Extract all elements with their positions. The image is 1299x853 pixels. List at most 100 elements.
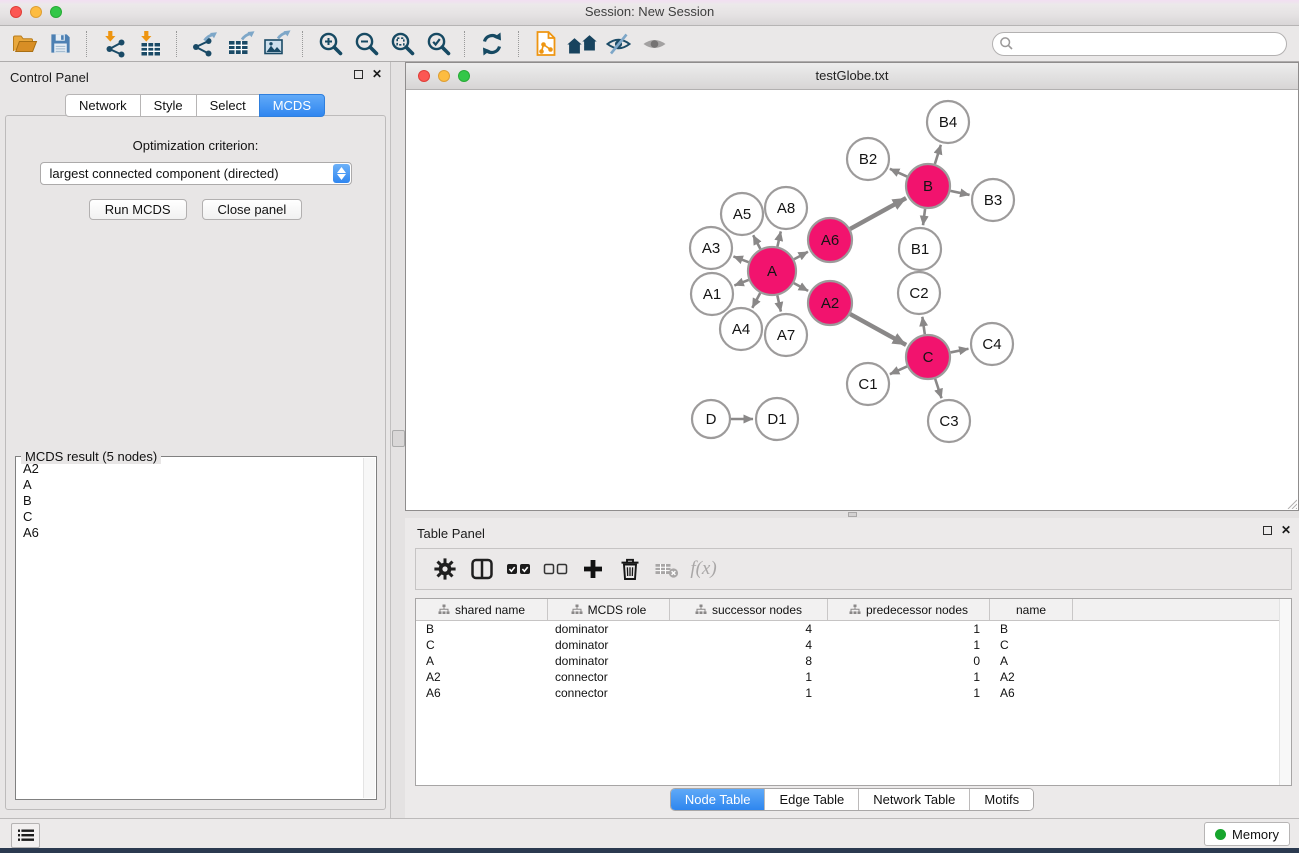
save-session-icon[interactable] — [42, 29, 78, 59]
graph-node-A3[interactable]: A3 — [690, 227, 732, 269]
graph-node-C2[interactable]: C2 — [898, 272, 940, 314]
network-window-titlebar[interactable]: testGlobe.txt — [406, 63, 1298, 90]
add-column-icon[interactable] — [574, 552, 611, 586]
graph-node-A2[interactable]: A2 — [808, 281, 852, 325]
hide-graphics-eye-slash-icon[interactable] — [600, 29, 636, 59]
graph-node-C1[interactable]: C1 — [847, 363, 889, 405]
graph-node-D1[interactable]: D1 — [756, 398, 798, 440]
open-session-icon[interactable] — [6, 29, 42, 59]
run-mcds-button[interactable]: Run MCDS — [89, 199, 187, 220]
graph-node-C[interactable]: C — [906, 335, 950, 379]
zoom-in-icon[interactable] — [312, 29, 348, 59]
table-row[interactable]: Bdominator41B — [416, 621, 1279, 637]
column-view-icon[interactable] — [463, 552, 500, 586]
tab-style[interactable]: Style — [140, 94, 197, 117]
column-header-successor-nodes[interactable]: successor nodes — [670, 599, 828, 620]
mcds-result-item[interactable]: B — [18, 493, 363, 509]
graph-edge-B-B1[interactable] — [923, 209, 925, 225]
tab-mcds[interactable]: MCDS — [259, 94, 325, 117]
show-graphics-eye-icon[interactable] — [636, 29, 672, 59]
task-history-button[interactable] — [11, 823, 40, 848]
export-image-icon[interactable] — [258, 29, 294, 59]
graph-edge-C-C1[interactable] — [890, 366, 907, 374]
zoom-out-icon[interactable] — [348, 29, 384, 59]
float-table-panel-icon[interactable] — [1263, 526, 1272, 535]
mcds-result-item[interactable]: A6 — [18, 525, 363, 541]
column-header-MCDS-role[interactable]: MCDS role — [548, 599, 670, 620]
select-all-checkboxes-icon[interactable] — [500, 552, 537, 586]
graph-node-C4[interactable]: C4 — [971, 323, 1013, 365]
graph-node-C3[interactable]: C3 — [928, 400, 970, 442]
mcds-result-scrollbar[interactable] — [363, 458, 375, 798]
refresh-icon[interactable] — [474, 29, 510, 59]
deselect-all-checkboxes-icon[interactable] — [537, 552, 574, 586]
export-network-icon[interactable] — [186, 29, 222, 59]
graph-node-D[interactable]: D — [692, 400, 730, 438]
horizontal-splitter-grip[interactable] — [848, 512, 857, 517]
tab-edge-table[interactable]: Edge Table — [764, 789, 858, 810]
delete-column-trash-icon[interactable] — [611, 552, 648, 586]
tab-motifs[interactable]: Motifs — [969, 789, 1033, 810]
column-header-name[interactable]: name — [990, 599, 1073, 620]
graph-node-A8[interactable]: A8 — [765, 187, 807, 229]
show-all-networks-icon[interactable] — [564, 29, 600, 59]
graph-edge-A-A1[interactable] — [734, 280, 748, 285]
graph-edge-A-A3[interactable] — [733, 256, 748, 262]
close-table-panel-icon[interactable]: ✕ — [1281, 525, 1291, 536]
horizontal-splitter[interactable] — [405, 511, 1299, 518]
mcds-result-item[interactable]: A — [18, 477, 363, 493]
graph-edge-C-C2[interactable] — [922, 317, 924, 334]
network-canvas[interactable]: B4B2BB3B1A5A8A6A3AA1C2A4A7A2C4CC1C3DD1 — [406, 90, 1298, 510]
graph-node-A5[interactable]: A5 — [721, 193, 763, 235]
graph-node-B[interactable]: B — [906, 164, 950, 208]
graph-edge-C-C3[interactable] — [935, 379, 941, 398]
optimization-criterion-select[interactable]: largest connected component (directed) — [40, 162, 352, 185]
table-row[interactable]: A2connector11A2 — [416, 669, 1279, 685]
graph-edge-A-A6[interactable] — [794, 252, 808, 259]
graph-edge-B-B2[interactable] — [890, 169, 907, 177]
graph-node-B3[interactable]: B3 — [972, 179, 1014, 221]
mcds-result-list[interactable]: A2ABCA6 — [18, 461, 363, 797]
graph-node-A[interactable]: A — [748, 247, 796, 295]
graph-node-B2[interactable]: B2 — [847, 138, 889, 180]
tab-select[interactable]: Select — [196, 94, 260, 117]
import-table-icon[interactable] — [132, 29, 168, 59]
vertical-splitter-grip[interactable] — [392, 430, 405, 447]
tab-network-table[interactable]: Network Table — [858, 789, 969, 810]
new-network-from-selection-icon[interactable] — [528, 29, 564, 59]
mcds-result-item[interactable]: C — [18, 509, 363, 525]
tab-network[interactable]: Network — [65, 94, 141, 117]
search-input[interactable] — [1014, 35, 1286, 53]
table-row[interactable]: Adominator80A — [416, 653, 1279, 669]
zoom-fit-icon[interactable] — [384, 29, 420, 59]
import-network-icon[interactable] — [96, 29, 132, 59]
graph-edge-A6-B[interactable] — [850, 198, 906, 229]
settings-gear-icon[interactable] — [426, 552, 463, 586]
graph-edge-A-A5[interactable] — [753, 235, 760, 249]
graph-edge-A-A2[interactable] — [794, 283, 808, 291]
graph-edge-C-C4[interactable] — [951, 349, 969, 353]
export-table-icon[interactable] — [222, 29, 258, 59]
graph-node-A7[interactable]: A7 — [765, 314, 807, 356]
table-scrollbar[interactable] — [1279, 599, 1291, 785]
column-header-shared-name[interactable]: shared name — [416, 599, 548, 620]
graph-edge-B-B4[interactable] — [935, 145, 941, 164]
table-row[interactable]: A6connector11A6 — [416, 685, 1279, 701]
zoom-selected-icon[interactable] — [420, 29, 456, 59]
memory-button[interactable]: Memory — [1204, 822, 1290, 846]
graph-edge-A2-C[interactable] — [850, 314, 906, 345]
graph-node-A4[interactable]: A4 — [720, 308, 762, 350]
close-panel-icon[interactable]: ✕ — [372, 69, 382, 80]
column-header-predecessor-nodes[interactable]: predecessor nodes — [828, 599, 990, 620]
tab-node-table[interactable]: Node Table — [671, 789, 765, 810]
float-panel-icon[interactable] — [354, 70, 363, 79]
close-panel-button[interactable]: Close panel — [202, 199, 303, 220]
graph-node-A1[interactable]: A1 — [691, 273, 733, 315]
table-row[interactable]: Cdominator41C — [416, 637, 1279, 653]
graph-edge-A-A4[interactable] — [752, 293, 760, 308]
graph-node-A6[interactable]: A6 — [808, 218, 852, 262]
graph-edge-A-A7[interactable] — [777, 295, 781, 311]
graph-edge-B-B3[interactable] — [950, 191, 969, 195]
graph-edge-A-A8[interactable] — [777, 231, 780, 246]
resize-grip-icon[interactable] — [1284, 496, 1297, 509]
